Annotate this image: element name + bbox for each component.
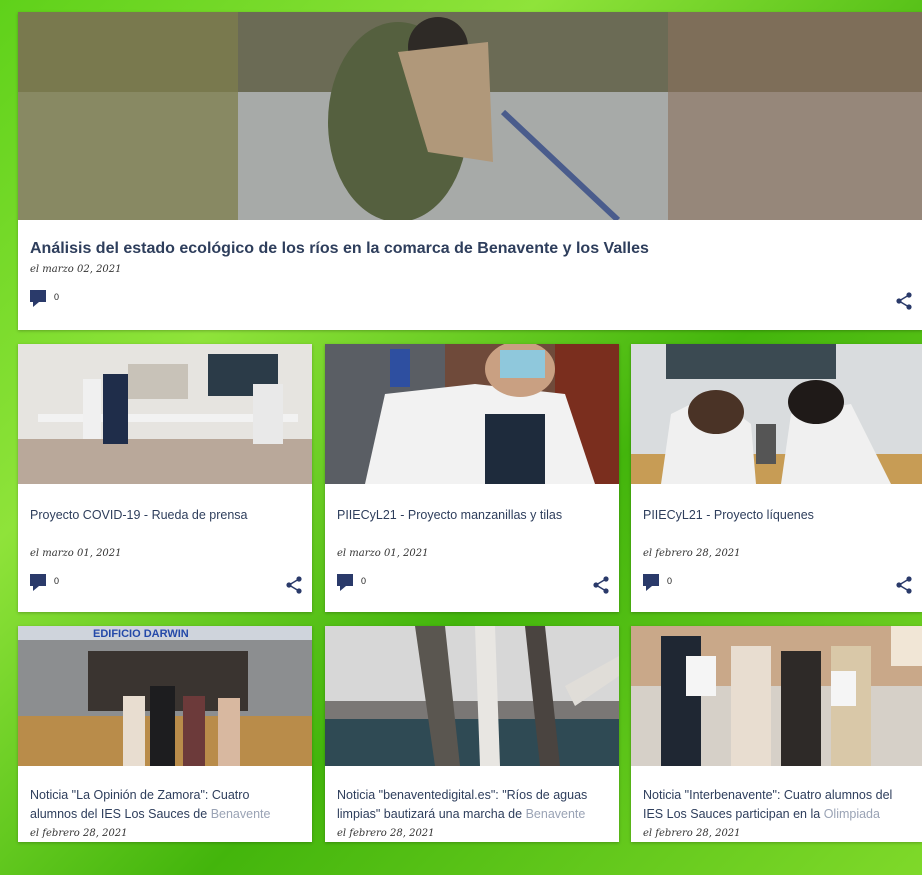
comment-count: 0	[361, 576, 367, 586]
featured-post-card[interactable]: Análisis del estado ecológico de los río…	[18, 12, 922, 330]
featured-post-date: el marzo 02, 2021	[30, 264, 122, 275]
comment-link[interactable]: 0	[30, 574, 302, 591]
post-title[interactable]: Noticia "La Opinión de Zamora": Cuatro a…	[30, 786, 300, 824]
post-card[interactable]: Proyecto COVID-19 - Rueda de prensa el m…	[18, 344, 312, 612]
post-title-faded: Olimpiada	[823, 807, 880, 821]
post-card[interactable]: EDIFICIO DARWIN Noticia "La Opinión de Z…	[18, 626, 312, 842]
comment-icon	[337, 574, 353, 591]
comment-count: 0	[54, 576, 60, 586]
post-actions: 0	[643, 574, 912, 596]
post-date: el marzo 01, 2021	[30, 548, 122, 559]
post-title-faded: Benavente	[525, 807, 586, 821]
comment-link[interactable]: 0	[643, 574, 912, 591]
comment-link[interactable]: 0	[337, 574, 609, 591]
post-actions: 0	[337, 574, 609, 596]
comment-icon	[30, 290, 46, 307]
post-title[interactable]: PIIECyL21 - Proyecto manzanillas y tilas	[337, 506, 607, 525]
comment-icon	[643, 574, 659, 591]
share-icon[interactable]	[593, 576, 609, 594]
post-image[interactable]	[631, 344, 922, 484]
share-icon[interactable]	[896, 576, 912, 594]
post-image[interactable]	[325, 626, 619, 766]
featured-post-title[interactable]: Análisis del estado ecológico de los río…	[30, 240, 902, 258]
post-image[interactable]	[18, 344, 312, 484]
post-title[interactable]: Proyecto COVID-19 - Rueda de prensa	[30, 506, 300, 525]
post-title[interactable]: PIIECyL21 - Proyecto líquenes	[643, 506, 910, 525]
featured-post-actions: 0	[30, 290, 912, 312]
post-date: el febrero 28, 2021	[337, 828, 435, 839]
post-card[interactable]: PIIECyL21 - Proyecto líquenes el febrero…	[631, 344, 922, 612]
share-icon[interactable]	[896, 292, 912, 310]
post-title[interactable]: Noticia "benaventedigital.es": "Ríos de …	[337, 786, 607, 824]
building-sign-text: EDIFICIO DARWIN	[93, 628, 189, 640]
post-image[interactable]	[325, 344, 619, 484]
post-date: el marzo 01, 2021	[337, 548, 429, 559]
post-title-faded: Benavente	[210, 807, 271, 821]
post-title[interactable]: Noticia "Interbenavente": Cuatro alumnos…	[643, 786, 910, 824]
comment-count: 0	[54, 292, 60, 302]
post-card[interactable]: PIIECyL21 - Proyecto manzanillas y tilas…	[325, 344, 619, 612]
comment-icon	[30, 574, 46, 591]
post-actions: 0	[30, 574, 302, 596]
post-image[interactable]	[631, 626, 922, 766]
share-icon[interactable]	[286, 576, 302, 594]
comment-link[interactable]: 0	[30, 290, 912, 307]
featured-post-image[interactable]	[18, 12, 922, 220]
post-image[interactable]: EDIFICIO DARWIN	[18, 626, 312, 766]
comment-count: 0	[667, 576, 673, 586]
post-date: el febrero 28, 2021	[30, 828, 128, 839]
post-card[interactable]: Noticia "Interbenavente": Cuatro alumnos…	[631, 626, 922, 842]
post-card[interactable]: Noticia "benaventedigital.es": "Ríos de …	[325, 626, 619, 842]
post-date: el febrero 28, 2021	[643, 548, 741, 559]
post-date: el febrero 28, 2021	[643, 828, 741, 839]
